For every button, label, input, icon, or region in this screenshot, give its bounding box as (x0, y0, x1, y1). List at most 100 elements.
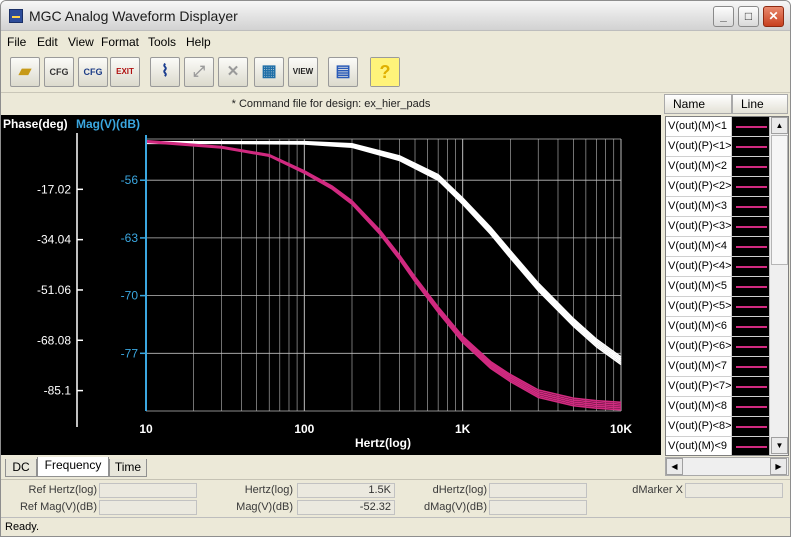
phase-trace (146, 142, 622, 364)
signal-name: V(out)(P)<1> (668, 137, 732, 156)
signal-name: V(out)(P)<3> (668, 217, 732, 236)
minimize-button[interactable]: _ (713, 6, 734, 27)
signal-name: V(out)(P)<2> (668, 177, 732, 196)
exit-button[interactable]: EXIT (110, 57, 140, 87)
signal-row[interactable]: V(out)(M)<4 (666, 237, 769, 257)
scroll-right-arrow-icon[interactable]: ▶ (770, 458, 787, 475)
menu-view[interactable]: View (68, 35, 94, 49)
signal-row[interactable]: V(out)(P)<8> (666, 417, 769, 437)
signal-row[interactable]: V(out)(P)<7> (666, 377, 769, 397)
dmarker-label: dMarker X (632, 484, 683, 496)
signal-name: V(out)(P)<6> (668, 337, 732, 356)
close-button[interactable]: ✕ (763, 6, 784, 27)
tab-dc[interactable]: DC (5, 459, 37, 477)
zoom-button[interactable]: ⤢ (184, 57, 214, 87)
mag-field[interactable]: -52.32 (297, 500, 395, 515)
title-bar[interactable]: MGC Analog Waveform Displayer _ □ ✕ (1, 1, 790, 31)
x-tick-label: 10 (139, 422, 153, 436)
maximize-button[interactable]: □ (738, 6, 759, 27)
dmag-field[interactable] (489, 500, 587, 515)
plot-traces (145, 139, 622, 411)
x-tick-label: 100 (294, 422, 314, 436)
dhertz-field[interactable] (489, 483, 587, 498)
status-bar: Ready. (1, 517, 790, 536)
line-column-header[interactable]: Line (732, 94, 788, 114)
signal-line-swatch (732, 257, 769, 276)
config-button[interactable]: CFG (44, 57, 74, 87)
signal-name: V(out)(M)<9 (668, 437, 732, 455)
menu-edit[interactable]: Edit (37, 35, 58, 49)
magnitude-trace (145, 141, 622, 409)
ref-mag-label: Ref Mag(V)(dB) (19, 501, 97, 513)
menu-file[interactable]: File (7, 35, 26, 49)
tab-time[interactable]: Time (109, 459, 147, 477)
signal-row[interactable]: V(out)(P)<1> (666, 137, 769, 157)
signal-name: V(out)(M)<2 (668, 157, 732, 176)
signal-row[interactable]: V(out)(M)<9 (666, 437, 769, 455)
plot-canvas[interactable]: -17.02 -34.04 -51.06 -68.08 -85.1 -56 -63 -70 -7… (1, 115, 661, 455)
ref-hertz-label: Ref Hertz(log) (28, 484, 97, 496)
scroll-left-arrow-icon[interactable]: ◀ (666, 458, 683, 475)
signal-name: V(out)(M)<4 (668, 237, 732, 256)
signal-list-horizontal-scrollbar[interactable]: ◀ ▶ (665, 457, 789, 476)
signal-row[interactable]: V(out)(P)<5> (666, 297, 769, 317)
signal-line-swatch (732, 317, 769, 336)
signal-list[interactable]: ▲ ▼ V(out)(M)<1 V(out)(P)<1> V(out)(M)<2 V(… (665, 116, 789, 456)
hertz-field[interactable]: 1.5K (297, 483, 395, 498)
scroll-down-arrow-icon[interactable]: ▼ (771, 437, 788, 454)
menu-tools[interactable]: Tools (148, 35, 176, 49)
signal-list-vertical-scrollbar[interactable]: ▲ ▼ (769, 117, 788, 455)
tools-button[interactable]: ✕ (218, 57, 248, 87)
ref-mag-field[interactable] (99, 500, 197, 515)
menu-bar: File Edit View Format Tools Help (1, 31, 790, 53)
waveform-plot[interactable]: -17.02 -34.04 -51.06 -68.08 -85.1 -56 -63 -70 -7… (1, 115, 661, 455)
scroll-thumb[interactable] (771, 135, 788, 265)
signal-line-swatch (732, 377, 769, 396)
scroll-up-arrow-icon[interactable]: ▲ (771, 117, 788, 134)
view-button[interactable]: VIEW (288, 57, 318, 87)
save-config-button[interactable]: CFG (78, 57, 108, 87)
status-text: Ready. (5, 521, 40, 533)
layout-icon: ▦ (261, 63, 277, 80)
signal-line-swatch (732, 277, 769, 296)
help-button[interactable]: ? (370, 57, 400, 87)
tab-frequency[interactable]: Frequency (37, 457, 109, 477)
signal-name: V(out)(M)<8 (668, 397, 732, 416)
signal-row[interactable]: V(out)(M)<2 (666, 157, 769, 177)
signal-line-swatch (732, 197, 769, 216)
signal-panel: Name Line ▲ ▼ V(out)(M)<1 V(out)(P)<1> V(o… (662, 93, 790, 477)
app-icon (9, 9, 23, 23)
dmarker-field[interactable] (685, 483, 783, 498)
signal-line-swatch (732, 157, 769, 176)
measurement-bar: Ref Hertz(log) Ref Mag(V)(dB) Hertz(log)… (1, 479, 790, 517)
signal-row[interactable]: V(out)(M)<8 (666, 397, 769, 417)
signal-line-swatch (732, 417, 769, 436)
phase-tick-label: -68.08 (37, 333, 71, 347)
phase-tick-label: -51.06 (37, 283, 71, 297)
cursor-button[interactable]: ⌇ (150, 57, 180, 87)
ref-hertz-field[interactable] (99, 483, 197, 498)
signal-row[interactable]: V(out)(P)<4> (666, 257, 769, 277)
signal-row[interactable]: V(out)(P)<2> (666, 177, 769, 197)
signal-row[interactable]: V(out)(M)<3 (666, 197, 769, 217)
signal-row[interactable]: V(out)(M)<1 (666, 117, 769, 137)
menu-help[interactable]: Help (186, 35, 211, 49)
phase-trace (146, 142, 622, 366)
mag-axis-label: Mag(V)(dB) (76, 117, 140, 131)
x-tick-label: 1K (455, 422, 471, 436)
signal-line-swatch (732, 357, 769, 376)
help-icon: ? (371, 58, 399, 86)
table-button[interactable]: ▤ (328, 57, 358, 87)
signal-row[interactable]: V(out)(M)<7 (666, 357, 769, 377)
name-column-header[interactable]: Name (664, 94, 732, 114)
signal-row[interactable]: V(out)(M)<5 (666, 277, 769, 297)
layout-button[interactable]: ▦ (254, 57, 284, 87)
signal-line-swatch (732, 117, 769, 136)
signal-row[interactable]: V(out)(P)<3> (666, 217, 769, 237)
toolbar: ▰ CFG CFG EXIT ⌇ ⤢ ✕ ▦ VIEW ▤ ? (1, 53, 790, 93)
menu-format[interactable]: Format (101, 35, 139, 49)
signal-row[interactable]: V(out)(P)<6> (666, 337, 769, 357)
open-button[interactable]: ▰ (10, 57, 40, 87)
signal-line-swatch (732, 397, 769, 416)
signal-row[interactable]: V(out)(M)<6 (666, 317, 769, 337)
